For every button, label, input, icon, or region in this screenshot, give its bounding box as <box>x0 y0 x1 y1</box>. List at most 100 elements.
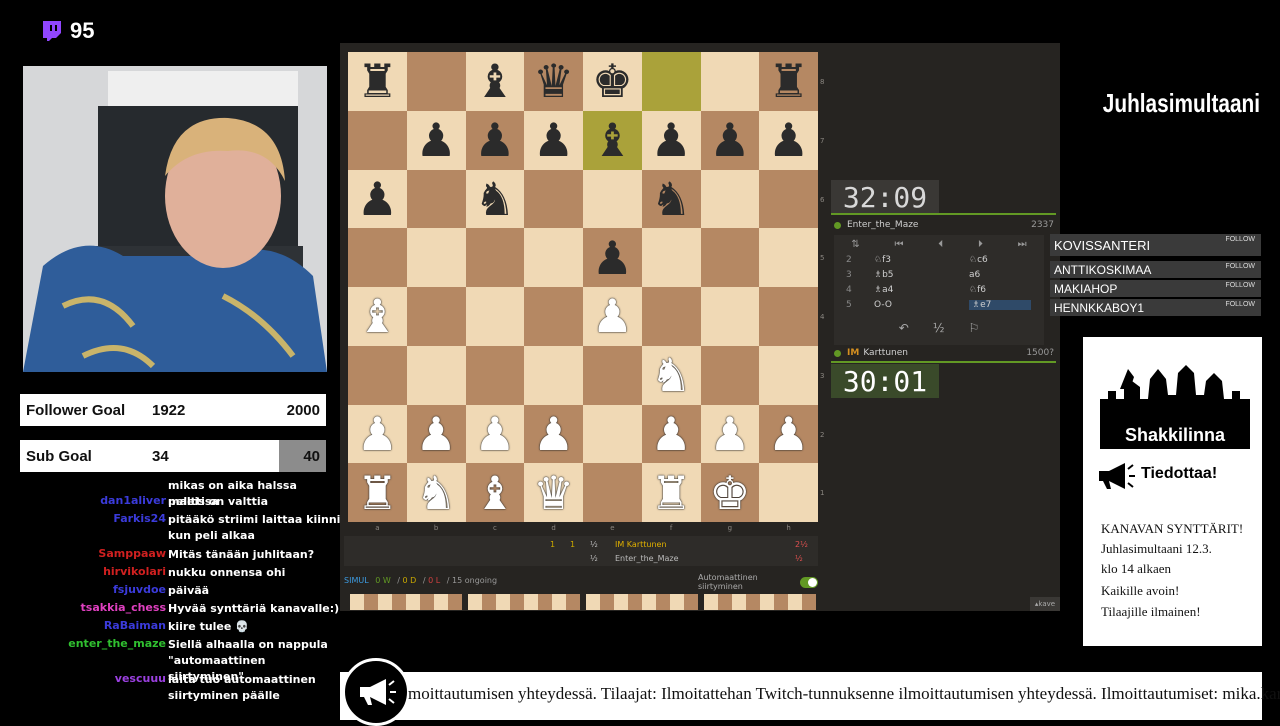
white-pawn-piece[interactable]: ♟ <box>357 411 398 457</box>
auto-move-toggle[interactable]: Automaattinen siirtyminen <box>698 573 818 591</box>
black-move[interactable]: a6 <box>969 270 980 280</box>
black-king-piece[interactable]: ♚ <box>592 58 633 104</box>
square-d1[interactable]: ♛ <box>524 463 583 522</box>
square-f4[interactable] <box>641 287 701 346</box>
square-b1[interactable]: ♞ <box>406 463 466 522</box>
square-b3[interactable] <box>406 345 466 405</box>
white-move[interactable]: ♗b5 <box>874 270 894 280</box>
black-move-active[interactable]: ♗e7 <box>969 300 1032 310</box>
player-bottom[interactable]: IM Karttunen 1500? <box>834 345 1054 361</box>
black-pawn-piece[interactable]: ♟ <box>592 235 633 281</box>
square-b6[interactable] <box>406 169 466 229</box>
square-f7[interactable]: ♟ <box>641 110 701 170</box>
square-g4[interactable] <box>700 287 760 346</box>
square-b2[interactable]: ♟ <box>406 404 466 464</box>
square-h8[interactable]: ♜ <box>759 52 818 111</box>
square-d7[interactable]: ♟ <box>524 110 583 170</box>
square-c1[interactable]: ♝ <box>465 463 525 522</box>
square-c8[interactable]: ♝ <box>465 52 525 111</box>
mini-board-thumb[interactable] <box>468 594 580 610</box>
square-c5[interactable] <box>465 228 525 287</box>
white-bishop-piece[interactable]: ♝ <box>357 293 398 339</box>
black-queen-piece[interactable]: ♛ <box>533 58 574 104</box>
square-d4[interactable] <box>524 287 583 346</box>
toggle-switch[interactable] <box>799 576 818 588</box>
prev-move-icon[interactable]: ⏴ <box>938 239 943 250</box>
square-g1[interactable]: ♚ <box>700 463 760 522</box>
white-pawn-piece[interactable]: ♟ <box>474 411 515 457</box>
square-h5[interactable] <box>759 228 818 287</box>
black-pawn-piece[interactable]: ♟ <box>651 117 692 163</box>
chess-board[interactable]: ♜ ♝ ♛ ♚ ♜ ♟ ♟ ♟ ♝ ♟ ♟ ♟ ♟ ♞ ♞ ♟ ♝ ♟ ♞ ♟ ♟ ♟ ♟ ♟ ♟ ♟ ♜ ♞ ♝ ♛ ♜ ♚ <box>348 52 818 522</box>
square-d8[interactable]: ♛ <box>524 52 583 111</box>
square-c7[interactable]: ♟ <box>465 110 525 170</box>
square-f8[interactable] <box>641 52 701 111</box>
black-pawn-piece[interactable]: ♟ <box>416 117 457 163</box>
white-queen-piece[interactable]: ♛ <box>533 470 574 516</box>
square-g8[interactable] <box>700 52 760 111</box>
square-e1[interactable] <box>583 463 642 522</box>
black-pawn-piece[interactable]: ♟ <box>709 117 750 163</box>
black-knight-piece[interactable]: ♞ <box>651 176 692 222</box>
white-move[interactable]: O-O <box>874 300 892 310</box>
square-c3[interactable] <box>465 345 525 405</box>
square-a6[interactable]: ♟ <box>348 169 407 229</box>
takeback-icon[interactable]: ↶ <box>899 321 909 339</box>
square-h3[interactable] <box>759 345 818 405</box>
expand-button[interactable]: ▴ kave <box>1030 597 1060 611</box>
black-pawn-piece[interactable]: ♟ <box>474 117 515 163</box>
square-f5[interactable] <box>641 228 701 287</box>
square-d6[interactable] <box>524 169 583 229</box>
square-d2[interactable]: ♟ <box>524 404 583 464</box>
square-e8[interactable]: ♚ <box>583 52 642 111</box>
square-f6[interactable]: ♞ <box>641 169 701 229</box>
square-g3[interactable] <box>700 345 760 405</box>
next-move-icon[interactable]: ⏵ <box>978 239 983 250</box>
white-pawn-piece[interactable]: ♟ <box>416 411 457 457</box>
square-f3[interactable]: ♞ <box>641 345 701 405</box>
black-pawn-piece[interactable]: ♟ <box>533 117 574 163</box>
square-e4[interactable]: ♟ <box>583 287 642 346</box>
square-c4[interactable] <box>465 287 525 346</box>
white-pawn-piece[interactable]: ♟ <box>651 411 692 457</box>
square-b4[interactable] <box>406 287 466 346</box>
black-rook-piece[interactable]: ♜ <box>768 58 809 104</box>
square-c6[interactable]: ♞ <box>465 169 525 229</box>
resign-flag-icon[interactable]: ⚐ <box>968 321 979 339</box>
last-move-icon[interactable]: ⏭ <box>1018 239 1027 250</box>
first-move-icon[interactable]: ⏮ <box>894 239 903 250</box>
square-a1[interactable]: ♜ <box>348 463 407 522</box>
square-a8[interactable]: ♜ <box>348 52 407 111</box>
black-pawn-piece[interactable]: ♟ <box>357 176 398 222</box>
black-bishop-piece[interactable]: ♝ <box>592 117 633 163</box>
white-move[interactable]: ♗a4 <box>874 285 893 295</box>
square-f2[interactable]: ♟ <box>641 404 701 464</box>
white-rook-piece[interactable]: ♜ <box>357 470 398 516</box>
square-h7[interactable]: ♟ <box>759 110 818 170</box>
square-a3[interactable] <box>348 345 407 405</box>
square-g2[interactable]: ♟ <box>700 404 760 464</box>
square-a7[interactable] <box>348 110 407 170</box>
square-a5[interactable] <box>348 228 407 287</box>
square-h4[interactable] <box>759 287 818 346</box>
mini-board-thumb[interactable] <box>586 594 698 610</box>
black-rook-piece[interactable]: ♜ <box>357 58 398 104</box>
square-b8[interactable] <box>406 52 466 111</box>
square-a4[interactable]: ♝ <box>348 287 407 346</box>
square-e3[interactable] <box>583 345 642 405</box>
square-e2[interactable] <box>583 404 642 464</box>
white-pawn-piece[interactable]: ♟ <box>768 411 809 457</box>
square-e5[interactable]: ♟ <box>583 228 642 287</box>
white-pawn-piece[interactable]: ♟ <box>592 293 633 339</box>
square-g5[interactable] <box>700 228 760 287</box>
square-b7[interactable]: ♟ <box>406 110 466 170</box>
white-bishop-piece[interactable]: ♝ <box>474 470 515 516</box>
white-pawn-piece[interactable]: ♟ <box>709 411 750 457</box>
white-move[interactable]: ♘f3 <box>874 255 891 265</box>
square-e6[interactable] <box>583 169 642 229</box>
white-knight-piece[interactable]: ♞ <box>651 352 692 398</box>
square-d3[interactable] <box>524 345 583 405</box>
square-b5[interactable] <box>406 228 466 287</box>
black-bishop-piece[interactable]: ♝ <box>474 58 515 104</box>
black-pawn-piece[interactable]: ♟ <box>768 117 809 163</box>
